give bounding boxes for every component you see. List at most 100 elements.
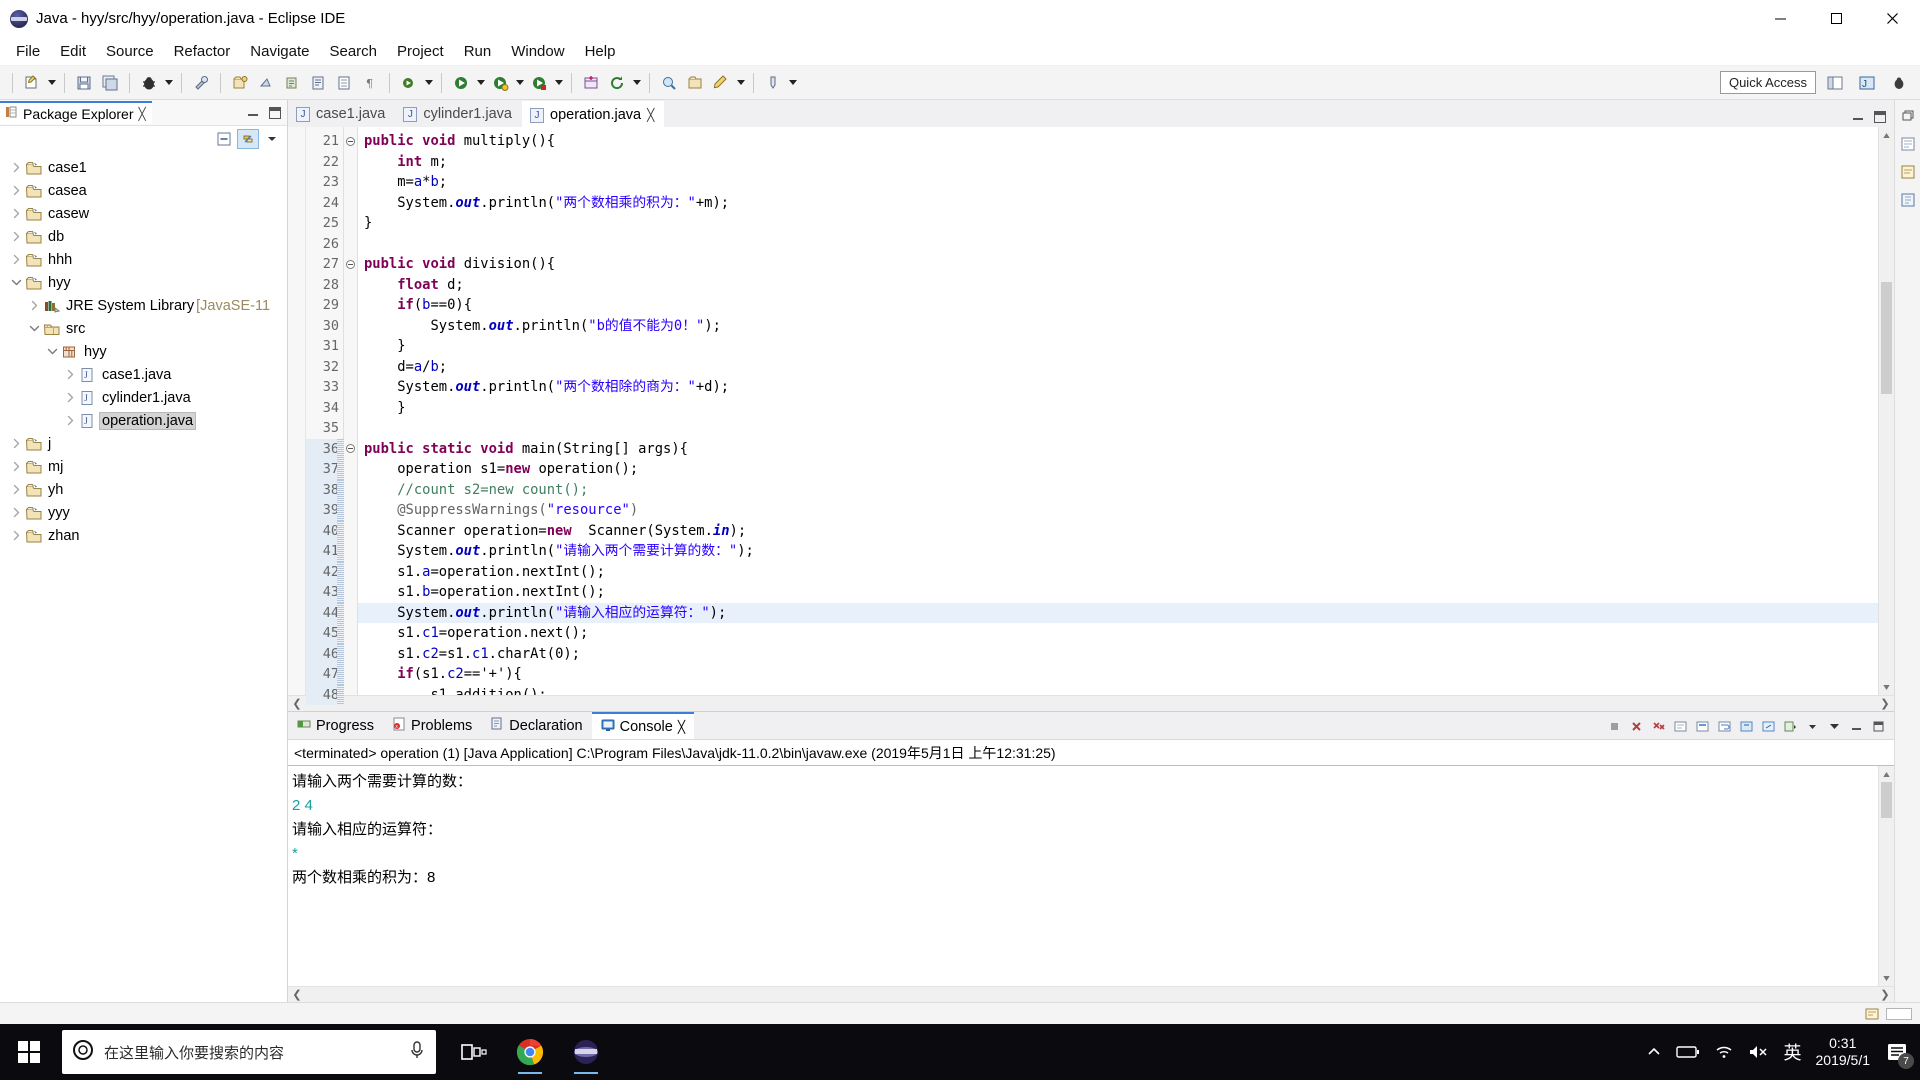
tree-item-mj[interactable]: mj: [0, 455, 287, 478]
folding-ruler[interactable]: [344, 127, 358, 695]
eclipse-icon[interactable]: [562, 1028, 610, 1076]
code-line[interactable]: public void multiply(){: [358, 131, 1894, 152]
clear-console-icon[interactable]: [1670, 716, 1690, 736]
scrollbar-thumb[interactable]: [1881, 782, 1892, 818]
code-line[interactable]: d=a/b;: [358, 357, 1894, 378]
scrollbar-thumb[interactable]: [1881, 282, 1892, 394]
menu-window[interactable]: Window: [501, 40, 574, 63]
type-hierarchy-icon[interactable]: [1898, 190, 1918, 210]
menu-run[interactable]: Run: [454, 40, 502, 63]
open-file-icon[interactable]: [331, 70, 357, 96]
wifi-icon[interactable]: [1714, 1044, 1734, 1060]
previous-annotation-icon[interactable]: [760, 70, 786, 96]
scroll-up-icon[interactable]: [1879, 766, 1894, 782]
save-icon[interactable]: [71, 70, 97, 96]
last-edit-dropdown-icon[interactable]: [734, 70, 747, 96]
menu-project[interactable]: Project: [387, 40, 454, 63]
scroll-down-icon[interactable]: [1879, 970, 1894, 986]
close-icon[interactable]: ╳: [678, 720, 685, 734]
new-java-project-icon[interactable]: [227, 70, 253, 96]
debug-perspective-icon[interactable]: [1886, 70, 1912, 96]
chevron-right-icon[interactable]: [8, 455, 24, 478]
console-dropdown-arrow-icon[interactable]: [1802, 716, 1822, 736]
chevron-right-icon[interactable]: [8, 156, 24, 179]
taskbar-clock[interactable]: 0:31 2019/5/1: [1816, 1035, 1871, 1070]
console-output[interactable]: 请输入两个需要计算的数： 2 4 请输入相应的运算符： * 两个数相乘的积为：8: [288, 766, 1894, 986]
java-perspective-icon[interactable]: J: [1854, 70, 1880, 96]
code-line[interactable]: if(b==0){: [358, 295, 1894, 316]
save-all-icon[interactable]: [97, 70, 123, 96]
tree-item-jre-system-library[interactable]: JRE System Library [JavaSE-11: [0, 294, 287, 317]
chevron-right-icon[interactable]: [8, 225, 24, 248]
menu-navigate[interactable]: Navigate: [240, 40, 319, 63]
last-edit-location-icon[interactable]: [708, 70, 734, 96]
new-wizard-dropdown-icon[interactable]: [45, 70, 58, 96]
console-horizontal-scrollbar[interactable]: ❮ ❯: [288, 986, 1894, 1002]
code-line[interactable]: s1.a=operation.nextInt();: [358, 562, 1894, 583]
minimize-view-icon[interactable]: [247, 107, 259, 119]
chevron-right-icon[interactable]: [8, 179, 24, 202]
tree-item-yh[interactable]: yh: [0, 478, 287, 501]
external-tools-icon[interactable]: [188, 70, 214, 96]
chevron-right-icon[interactable]: [8, 202, 24, 225]
fold-toggle-icon[interactable]: [344, 439, 357, 460]
view-menu-icon[interactable]: [1824, 716, 1844, 736]
scroll-right-icon[interactable]: ❯: [1876, 988, 1894, 1001]
new-wizard-icon[interactable]: [19, 70, 45, 96]
scroll-left-icon[interactable]: ❮: [288, 697, 306, 710]
chevron-right-icon[interactable]: [8, 501, 24, 524]
project-tree[interactable]: case1 casea casew db hhh hyy JRE System Librar…: [0, 152, 287, 1002]
source-code-text[interactable]: public void multiply(){ int m; m=a*b; Sy…: [358, 127, 1894, 695]
ime-language-icon[interactable]: 英: [1784, 1039, 1802, 1065]
code-line[interactable]: s1.c2=s1.c1.charAt(0);: [358, 644, 1894, 665]
debug-icon[interactable]: [136, 70, 162, 96]
new-package-icon[interactable]: [253, 70, 279, 96]
refresh-icon[interactable]: [604, 70, 630, 96]
previous-annotation-dropdown-icon[interactable]: [786, 70, 799, 96]
debug-dropdown-icon[interactable]: [162, 70, 175, 96]
view-menu-icon[interactable]: [261, 129, 283, 149]
code-line[interactable]: public static void main(String[] args){: [358, 439, 1894, 460]
editor-vertical-scrollbar[interactable]: [1878, 127, 1894, 695]
minimize-editor-icon[interactable]: [1852, 111, 1864, 123]
tree-item-hyy[interactable]: hyy: [0, 340, 287, 363]
code-line[interactable]: }: [358, 398, 1894, 419]
tab-problems[interactable]: x Problems: [383, 712, 482, 739]
coverage-dropdown-icon[interactable]: [552, 70, 565, 96]
remove-all-terminated-icon[interactable]: [1648, 716, 1668, 736]
menu-search[interactable]: Search: [319, 40, 387, 63]
code-line[interactable]: public void division(){: [358, 254, 1894, 275]
console-vertical-scrollbar[interactable]: [1878, 766, 1894, 986]
code-line[interactable]: int m;: [358, 152, 1894, 173]
code-line[interactable]: @SuppressWarnings("resource"): [358, 500, 1894, 521]
restore-icon[interactable]: [1898, 106, 1918, 126]
code-line[interactable]: System.out.println("请输入相应的运算符：");: [358, 602, 1894, 623]
minimize-button[interactable]: [1752, 0, 1808, 38]
chevron-right-icon[interactable]: [62, 409, 78, 432]
code-line[interactable]: }: [358, 336, 1894, 357]
run-dropdown-icon[interactable]: [474, 70, 487, 96]
editor-tab-case1[interactable]: J case1.java: [288, 101, 396, 127]
run-history-icon[interactable]: [487, 70, 513, 96]
tree-item-case1[interactable]: case1: [0, 156, 287, 179]
action-center-icon[interactable]: 7: [1884, 1039, 1914, 1069]
code-line[interactable]: m=a*b;: [358, 172, 1894, 193]
code-line[interactable]: if(s1.c2=='+'){: [358, 664, 1894, 685]
code-line[interactable]: System.out.println("请输入两个需要计算的数：");: [358, 541, 1894, 562]
tree-item-j[interactable]: j: [0, 432, 287, 455]
coverage-icon[interactable]: [526, 70, 552, 96]
maximize-console-icon[interactable]: [1868, 716, 1888, 736]
show-hidden-icons-icon[interactable]: [1646, 1044, 1662, 1060]
chevron-right-icon[interactable]: [8, 432, 24, 455]
scroll-left-icon[interactable]: ❮: [288, 988, 306, 1001]
open-console-dropdown-icon[interactable]: [1780, 716, 1800, 736]
tab-declaration[interactable]: Declaration: [481, 712, 592, 739]
quick-access-input[interactable]: Quick Access: [1719, 71, 1816, 94]
scroll-lock-icon[interactable]: [1692, 716, 1712, 736]
code-line[interactable]: System.out.println("b的值不能为0！");: [358, 316, 1894, 337]
fold-toggle-icon[interactable]: [344, 254, 357, 275]
editor-tab-cylinder1[interactable]: J cylinder1.java: [395, 101, 522, 127]
code-line[interactable]: s1.b=operation.nextInt();: [358, 582, 1894, 603]
menu-file[interactable]: File: [6, 40, 50, 63]
link-with-editor-icon[interactable]: [237, 129, 259, 149]
